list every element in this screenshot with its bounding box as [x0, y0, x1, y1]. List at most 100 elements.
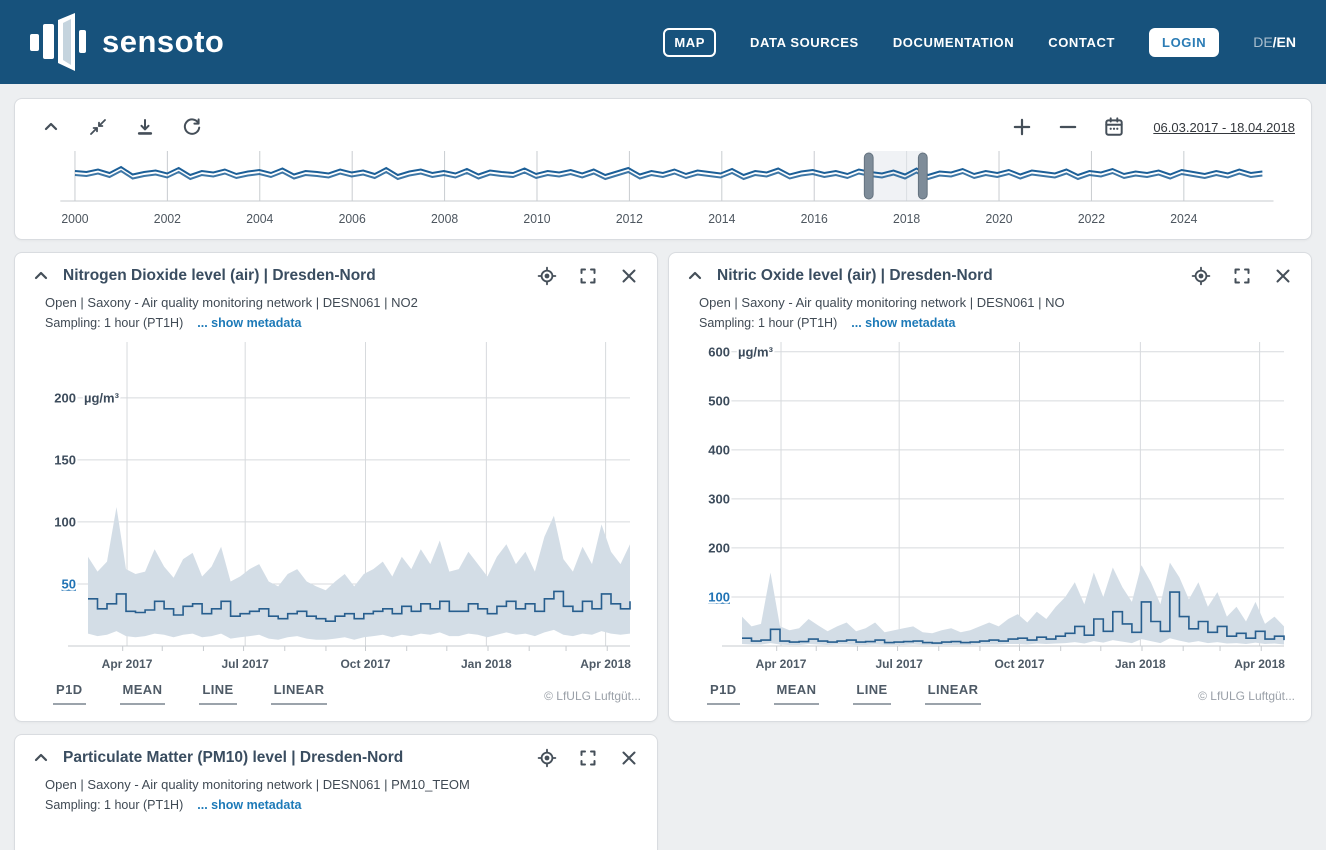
timeline-chart[interactable]: 2000200220042006200820102012201420162018…	[31, 145, 1295, 233]
locate-button[interactable]	[1191, 266, 1211, 286]
svg-text:2014: 2014	[708, 212, 735, 226]
panel-header: Nitric Oxide level (air) | Dresden-Nord	[669, 253, 1311, 286]
svg-text:2008: 2008	[431, 212, 458, 226]
dataset-source-line: Open | Saxony - Air quality monitoring n…	[45, 777, 641, 792]
login-button[interactable]: LOGIN	[1149, 28, 1219, 57]
copyright-text: © LfULG Luftgüt...	[1198, 689, 1295, 705]
refresh-button[interactable]	[182, 117, 202, 137]
no-chart[interactable]: 600µg/m³500400300200100Apr 2017Jul 2017O…	[684, 334, 1296, 680]
timeline-toolbar-right: 06.03.2017 - 18.04.2018	[1011, 116, 1295, 138]
nav-data-sources[interactable]: DATA SOURCES	[750, 35, 859, 50]
fullscreen-button[interactable]	[1232, 266, 1252, 286]
date-range-link[interactable]: 06.03.2017 - 18.04.2018	[1153, 120, 1295, 135]
svg-text:Apr 2018: Apr 2018	[580, 657, 631, 671]
copyright-text: © LfULG Luftgüt...	[544, 689, 641, 705]
scale-button[interactable]: LINEAR	[925, 682, 982, 705]
locate-button[interactable]	[537, 266, 557, 286]
lang-en[interactable]: EN	[1277, 34, 1296, 50]
svg-text:2012: 2012	[616, 212, 643, 226]
svg-text:µg/m³: µg/m³	[738, 344, 774, 359]
charts-row-1: Nitrogen Dioxide level (air) | Dresden-N…	[14, 252, 1312, 722]
chart-type-button[interactable]: LINE	[853, 682, 890, 705]
zoom-out-button[interactable]	[1057, 116, 1079, 138]
svg-text:2024: 2024	[1170, 212, 1197, 226]
panel-actions	[537, 748, 639, 768]
panel-footer: P1D MEAN LINE LINEAR © LfULG Luftgüt...	[669, 680, 1311, 721]
lang-de[interactable]: DE	[1253, 34, 1272, 50]
sampling-label: Sampling: 1 hour (PT1H)	[45, 798, 183, 812]
logo-icon	[30, 13, 92, 71]
period-button[interactable]: P1D	[53, 682, 86, 705]
svg-text:2020: 2020	[985, 212, 1012, 226]
language-switcher[interactable]: DE/EN	[1253, 34, 1296, 50]
download-button[interactable]	[135, 117, 155, 137]
svg-text:2016: 2016	[801, 212, 828, 226]
svg-text:600: 600	[708, 344, 730, 359]
aggregation-button[interactable]: MEAN	[120, 682, 166, 705]
scale-button[interactable]: LINEAR	[271, 682, 328, 705]
zoom-in-button[interactable]	[1011, 116, 1033, 138]
sampling-line: Sampling: 1 hour (PT1H) ... show metadat…	[699, 316, 1295, 330]
svg-text:150: 150	[54, 452, 76, 467]
app-logo[interactable]: sensoto	[30, 13, 224, 71]
svg-text:2006: 2006	[339, 212, 366, 226]
close-button[interactable]	[619, 266, 639, 286]
timeline-toolbar-left	[31, 117, 202, 137]
show-metadata-link[interactable]: ... show metadata	[197, 798, 301, 812]
fullscreen-button[interactable]	[578, 748, 598, 768]
svg-text:Jul 2017: Jul 2017	[221, 657, 269, 671]
panel-footer: P1D MEAN LINE LINEAR © LfULG Luftgüt...	[15, 680, 657, 721]
svg-text:Apr 2018: Apr 2018	[1234, 657, 1285, 671]
no2-chart[interactable]: 200µg/m³15010050Apr 2017Jul 2017Oct 2017…	[30, 334, 642, 680]
brush-handle-left[interactable]	[864, 153, 873, 199]
sampling-label: Sampling: 1 hour (PT1H)	[45, 316, 183, 330]
y-threshold-link[interactable]: 100	[708, 589, 730, 604]
svg-text:µg/m³: µg/m³	[84, 390, 120, 405]
svg-text:Apr 2017: Apr 2017	[756, 657, 807, 671]
logo-text: sensoto	[102, 24, 224, 60]
panel-title: Particulate Matter (PM10) level | Dresde…	[63, 749, 403, 767]
panel-pm10: Particulate Matter (PM10) level | Dresde…	[14, 734, 658, 850]
panel-no2: Nitrogen Dioxide level (air) | Dresden-N…	[14, 252, 658, 722]
svg-text:Oct 2017: Oct 2017	[994, 657, 1044, 671]
aggregation-button[interactable]: MEAN	[774, 682, 820, 705]
sampling-line: Sampling: 1 hour (PT1H) ... show metadat…	[45, 316, 641, 330]
panel-title: Nitrogen Dioxide level (air) | Dresden-N…	[63, 267, 376, 285]
panel-title: Nitric Oxide level (air) | Dresden-Nord	[717, 267, 993, 285]
close-button[interactable]	[619, 748, 639, 768]
svg-text:Jul 2017: Jul 2017	[875, 657, 923, 671]
chart-type-button[interactable]: LINE	[199, 682, 236, 705]
y-threshold-link[interactable]: 50	[62, 576, 76, 591]
panel-actions	[537, 266, 639, 286]
svg-text:100: 100	[54, 514, 76, 529]
calendar-icon[interactable]	[1103, 116, 1125, 138]
collapse-button[interactable]	[31, 748, 51, 768]
svg-text:400: 400	[708, 442, 730, 457]
app-header: sensoto MAP DATA SOURCES DOCUMENTATION C…	[0, 0, 1326, 84]
brush-handle-right[interactable]	[918, 153, 927, 199]
compress-button[interactable]	[88, 117, 108, 137]
locate-button[interactable]	[537, 748, 557, 768]
timeline-toolbar: 06.03.2017 - 18.04.2018	[31, 109, 1295, 145]
nav-contact[interactable]: CONTACT	[1048, 35, 1115, 50]
period-button[interactable]: P1D	[707, 682, 740, 705]
fullscreen-button[interactable]	[578, 266, 598, 286]
timeline-panel: 06.03.2017 - 18.04.2018 2000200220042006…	[14, 98, 1312, 240]
show-metadata-link[interactable]: ... show metadata	[197, 316, 301, 330]
svg-text:2004: 2004	[246, 212, 273, 226]
collapse-button[interactable]	[685, 266, 705, 286]
collapse-button[interactable]	[31, 266, 51, 286]
svg-text:Jan 2018: Jan 2018	[461, 657, 512, 671]
sampling-label: Sampling: 1 hour (PT1H)	[699, 316, 837, 330]
dataset-source-line: Open | Saxony - Air quality monitoring n…	[699, 295, 1295, 310]
nav-map[interactable]: MAP	[663, 28, 716, 57]
svg-text:2000: 2000	[61, 212, 88, 226]
show-metadata-link[interactable]: ... show metadata	[851, 316, 955, 330]
main-navigation: MAP DATA SOURCES DOCUMENTATION CONTACT L…	[663, 28, 1296, 57]
panel-actions	[1191, 266, 1293, 286]
collapse-button[interactable]	[41, 117, 61, 137]
svg-text:200: 200	[54, 390, 76, 405]
nav-documentation[interactable]: DOCUMENTATION	[893, 35, 1014, 50]
close-button[interactable]	[1273, 266, 1293, 286]
svg-text:Jan 2018: Jan 2018	[1115, 657, 1166, 671]
